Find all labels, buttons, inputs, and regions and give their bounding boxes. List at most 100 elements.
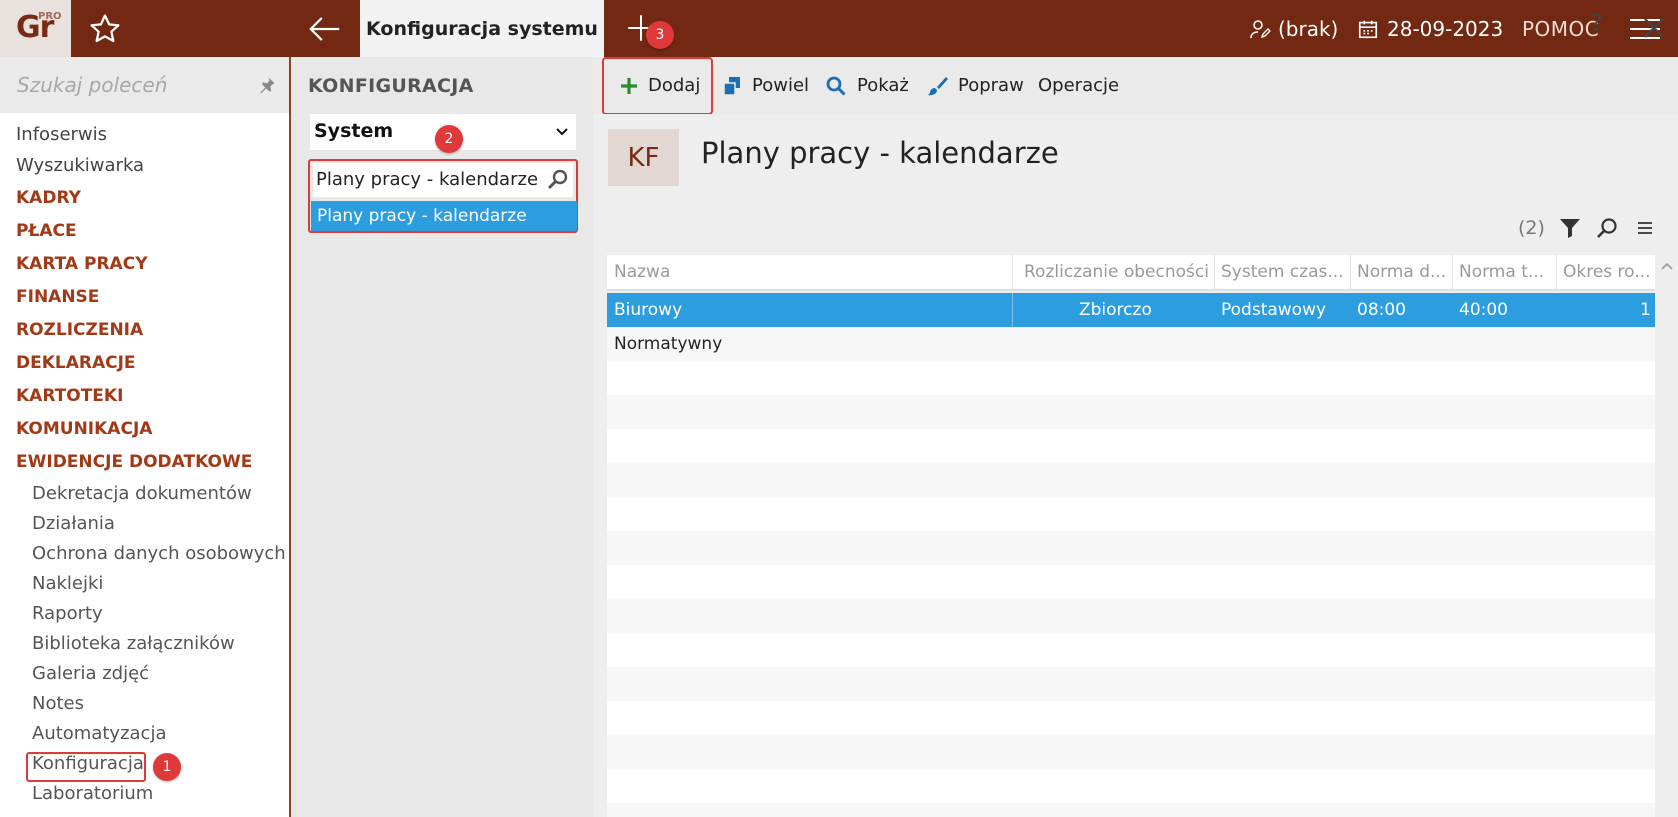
grid-header: Nazwa Rozliczanie obecności System czas.… [607, 255, 1655, 291]
chevron-down-icon [556, 128, 568, 136]
star-icon[interactable] [88, 12, 122, 46]
annotation-badge-2: 2 [435, 125, 463, 153]
sidebar-subitem-laboratorium[interactable]: Laboratorium [32, 783, 153, 804]
tab-konfiguracja-systemu[interactable]: Konfiguracja systemu [360, 0, 604, 57]
duplicate-icon [723, 76, 740, 96]
config-panel: KONFIGURACJA System Plany pracy - kalend… [293, 57, 593, 817]
duplicate-button-label: Powiel [752, 75, 810, 96]
column-header-norma-d[interactable]: Norma d... [1357, 262, 1449, 282]
column-separator [1556, 255, 1557, 291]
sidebar-subitem-biblioteka[interactable]: Biblioteka załączników [32, 633, 235, 654]
cell-nazwa: Normatywny [614, 334, 723, 354]
sidebar-section-kadry[interactable]: KADRY [16, 188, 81, 208]
operations-button[interactable]: Operacje [1038, 57, 1119, 114]
logo-sup: PRO [38, 11, 62, 22]
config-search-input[interactable]: Plany pracy - kalendarze [313, 163, 573, 197]
back-arrow-icon[interactable] [306, 10, 344, 48]
sidebar-section-komunikacja[interactable]: KOMUNIKACJA [16, 419, 152, 439]
sidebar-section-kartoteki[interactable]: KARTOTEKI [16, 386, 123, 406]
sidebar-item-infoserwis[interactable]: Infoserwis [16, 124, 107, 145]
cell-rozliczanie: Zbiorczo [1079, 300, 1152, 320]
search-icon[interactable] [546, 168, 570, 192]
annotation-badge-3: 3 [646, 21, 674, 49]
empty-row [607, 565, 1655, 599]
config-search-value: Plany pracy - kalendarze [316, 169, 539, 190]
empty-row [607, 429, 1655, 463]
page-badge: KF [608, 129, 679, 186]
list-menu-icon[interactable] [1636, 218, 1654, 238]
empty-row [607, 497, 1655, 531]
empty-row [607, 361, 1655, 395]
column-separator [1214, 255, 1215, 291]
command-search[interactable]: Szukaj poleceń [0, 57, 289, 113]
column-header-norma-t[interactable]: Norma t... [1459, 262, 1551, 282]
edit-button-label: Popraw [958, 75, 1024, 96]
duplicate-button[interactable]: Powiel [722, 57, 809, 114]
column-separator [1012, 255, 1013, 291]
empty-row [607, 599, 1655, 633]
date-indicator[interactable]: 28-09-2023 [1357, 0, 1503, 57]
config-search-result[interactable]: Plany pracy - kalendarze [311, 201, 577, 231]
cell-norma-t: 40:00 [1459, 300, 1508, 320]
column-header-system[interactable]: System czas... [1221, 262, 1346, 282]
magnifier-icon [826, 76, 846, 96]
config-title: KONFIGURACJA [308, 75, 474, 97]
help-link[interactable]: POMOC [1522, 0, 1599, 57]
data-grid: Nazwa Rozliczanie obecności System czas.… [607, 255, 1655, 817]
sidebar-subitem-konfiguracja[interactable]: Konfiguracja [32, 753, 144, 774]
scroll-up-icon[interactable] [1660, 259, 1674, 273]
empty-row [607, 531, 1655, 565]
toolbar: Dodaj Powiel Pokaż Popraw Operacje [593, 57, 1678, 114]
table-row[interactable]: Normatywny [607, 327, 1655, 361]
sidebar-subitem-dzialania[interactable]: Działania [32, 513, 115, 534]
empty-row [607, 667, 1655, 701]
column-header-nazwa[interactable]: Nazwa [614, 262, 984, 282]
app-logo[interactable]: Gr PRO [0, 0, 71, 57]
sidebar-subitem-raporty[interactable]: Raporty [32, 603, 103, 624]
date-value: 28-09-2023 [1387, 16, 1504, 41]
sidebar-section-rozliczenia[interactable]: ROZLICZENIA [16, 320, 143, 340]
user-indicator[interactable]: (brak) [1248, 0, 1338, 57]
sidebar-section-ewidencje-dodatkowe[interactable]: EWIDENCJE DODATKOWE [16, 452, 252, 472]
column-header-rozliczanie[interactable]: Rozliczanie obecności [1024, 262, 1214, 282]
show-button[interactable]: Pokaż [825, 57, 909, 114]
edit-button[interactable]: Popraw [926, 57, 1024, 114]
cell-norma-d: 08:00 [1357, 300, 1406, 320]
sidebar-section-karta-pracy[interactable]: KARTA PRACY [16, 254, 148, 274]
sidebar-section-place[interactable]: PŁACE [16, 221, 77, 241]
filter-icon[interactable] [1558, 216, 1582, 240]
empty-row [607, 803, 1655, 817]
user-edit-icon [1250, 19, 1271, 38]
sidebar-subitem-ochrona-danych[interactable]: Ochrona danych osobowych [32, 543, 286, 564]
empty-row [607, 633, 1655, 667]
user-name: (brak) [1278, 16, 1339, 41]
sidebar-section-deklaracje[interactable]: DEKLARACJE [16, 353, 136, 373]
close-icon[interactable] [1640, 14, 1668, 42]
sidebar-subitem-automatyzacja[interactable]: Automatyzacja [32, 723, 166, 744]
sidebar-subitem-galeria[interactable]: Galeria zdjęć [32, 663, 149, 684]
sidebar-subitem-notes[interactable]: Notes [32, 693, 84, 714]
sidebar-subitem-naklejki[interactable]: Naklejki [32, 573, 103, 594]
top-bar: Gr PRO Konfiguracja systemu (brak) 28-09… [0, 0, 1678, 57]
search-icon[interactable] [1595, 216, 1619, 240]
calendar-icon [1358, 20, 1378, 38]
show-button-label: Pokaż [857, 75, 909, 96]
empty-row [607, 463, 1655, 497]
cell-system: Podstawowy [1221, 300, 1327, 320]
column-header-okres[interactable]: Okres ro... [1563, 262, 1651, 282]
help-question-button[interactable]: ? [1590, 9, 1616, 45]
empty-row [607, 395, 1655, 429]
config-category-value: System [314, 120, 394, 142]
pin-icon[interactable] [257, 75, 277, 95]
sidebar-item-wyszukiwarka[interactable]: Wyszukiwarka [16, 155, 144, 176]
sidebar-section-finanse[interactable]: FINANSE [16, 287, 99, 307]
empty-row [607, 701, 1655, 735]
sidebar-subitem-dekretacja[interactable]: Dekretacja dokumentów [32, 483, 252, 504]
table-row[interactable]: Biurowy Zbiorczo Podstawowy 08:00 40:00 … [607, 293, 1655, 327]
cell-okres: 1 [1640, 300, 1651, 320]
cell-separator [1012, 293, 1013, 327]
empty-row [607, 735, 1655, 769]
cell-nazwa: Biurowy [614, 300, 683, 320]
config-search-highlight: Plany pracy - kalendarze Plany pracy - k… [308, 159, 578, 233]
add-button-highlight [602, 57, 713, 115]
